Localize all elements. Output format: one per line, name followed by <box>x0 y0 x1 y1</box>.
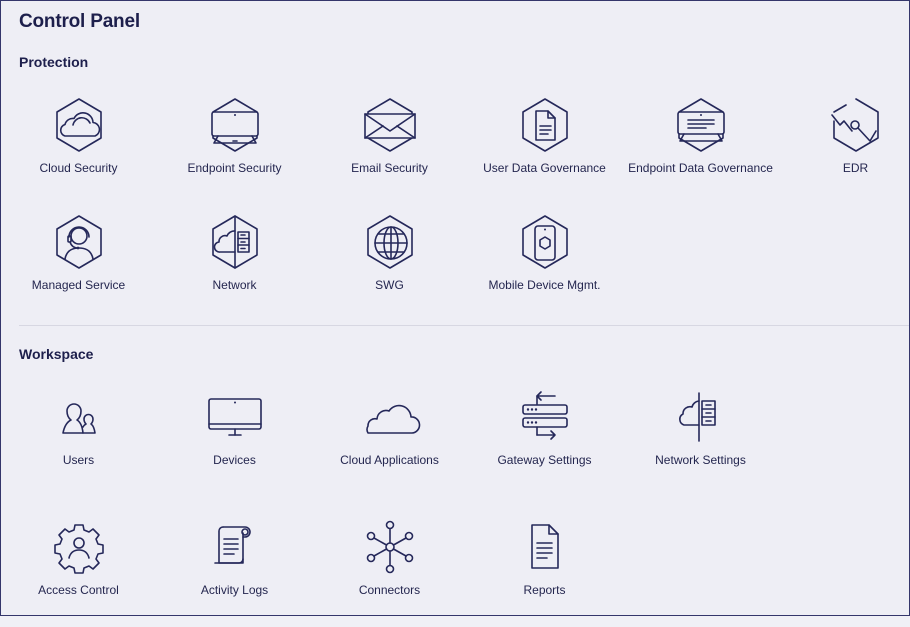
tile-label: User Data Governance <box>483 161 606 175</box>
tile-label: Cloud Applications <box>340 453 439 467</box>
endpoint-security-icon <box>205 95 265 155</box>
tile-label: EDR <box>842 161 869 175</box>
cloud-security-icon <box>49 95 109 155</box>
tile-devices[interactable]: Devices <box>157 387 312 497</box>
network-settings-icon <box>671 387 731 447</box>
tile-label: SWG <box>375 278 404 292</box>
tile-user-data-governance[interactable]: User Data Governance <box>467 95 622 205</box>
tile-label: Mobile Device Mgmt. <box>488 278 601 292</box>
edr-icon <box>826 95 886 155</box>
endpoint-data-governance-icon <box>671 95 731 155</box>
tile-label: Managed Service <box>31 278 126 292</box>
tile-network[interactable]: Network <box>157 212 312 322</box>
email-security-icon <box>360 95 420 155</box>
tile-label: Access Control <box>38 583 119 597</box>
network-icon <box>205 212 265 272</box>
tile-network-settings[interactable]: Network Settings <box>623 387 778 497</box>
users-icon <box>49 387 109 447</box>
tile-label: Email Security <box>351 161 428 175</box>
mobile-device-icon <box>515 212 575 272</box>
tile-cloud-applications[interactable]: Cloud Applications <box>312 387 467 497</box>
tile-label: Endpoint Data Governance <box>628 161 773 175</box>
tile-email-security[interactable]: Email Security <box>312 95 467 205</box>
user-data-governance-icon <box>515 95 575 155</box>
tile-users[interactable]: Users <box>1 387 156 497</box>
tile-label: Users <box>62 453 95 467</box>
gateway-icon <box>515 387 575 447</box>
tile-label: Reports <box>523 583 566 597</box>
tile-label: Endpoint Security <box>187 161 282 175</box>
cloud-icon <box>360 387 420 447</box>
tile-label: Cloud Security <box>39 161 118 175</box>
activity-logs-icon <box>205 517 265 577</box>
section-title-workspace: Workspace <box>19 346 94 362</box>
page-title: Control Panel <box>19 11 140 32</box>
devices-icon <box>205 387 265 447</box>
reports-icon <box>515 517 575 577</box>
tile-mobile-device-mgmt[interactable]: Mobile Device Mgmt. <box>467 212 622 322</box>
managed-service-icon <box>49 212 109 272</box>
tile-label: Connectors <box>358 583 421 597</box>
tile-endpoint-security[interactable]: Endpoint Security <box>157 95 312 205</box>
tile-swg[interactable]: SWG <box>312 212 467 322</box>
tile-label: Network Settings <box>655 453 746 467</box>
tile-cloud-security[interactable]: Cloud Security <box>1 95 156 205</box>
tile-edr[interactable]: EDR <box>778 95 910 205</box>
tile-connectors[interactable]: Connectors <box>312 517 467 627</box>
tile-label: Gateway Settings <box>497 453 592 467</box>
tile-reports[interactable]: Reports <box>467 517 622 627</box>
tile-label: Activity Logs <box>200 583 269 597</box>
swg-icon <box>360 212 420 272</box>
section-title-protection: Protection <box>19 54 89 70</box>
section-divider <box>19 325 909 326</box>
tile-access-control[interactable]: Access Control <box>1 517 156 627</box>
tile-managed-service[interactable]: Managed Service <box>1 212 156 322</box>
access-control-icon <box>49 517 109 577</box>
control-panel: Control Panel Protection Cloud Security … <box>0 0 910 616</box>
connectors-icon <box>360 517 420 577</box>
tile-label: Devices <box>213 453 256 467</box>
tile-activity-logs[interactable]: Activity Logs <box>157 517 312 627</box>
tile-endpoint-data-governance[interactable]: Endpoint Data Governance <box>623 95 778 205</box>
tile-label: Network <box>212 278 257 292</box>
tile-gateway-settings[interactable]: Gateway Settings <box>467 387 622 497</box>
